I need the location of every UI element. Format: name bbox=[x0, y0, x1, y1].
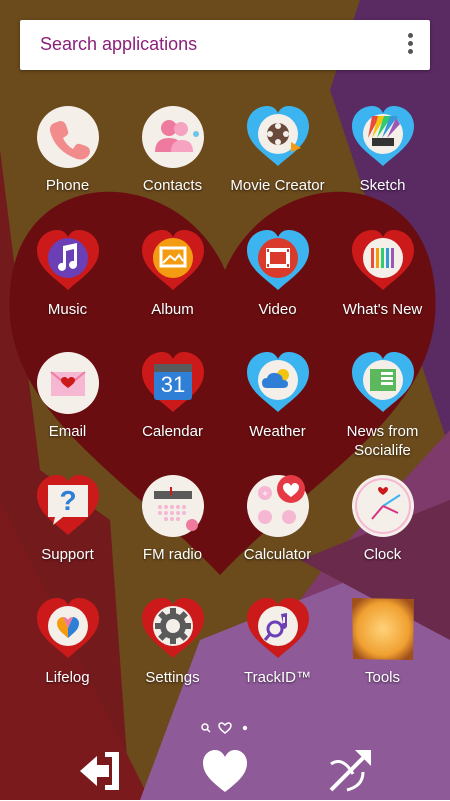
weather-icon bbox=[247, 352, 309, 412]
news-icon bbox=[352, 352, 414, 412]
app-label: Clock bbox=[363, 546, 402, 563]
app-label: Tools bbox=[364, 669, 401, 686]
app-phone[interactable]: Phone bbox=[15, 104, 120, 214]
app-contacts[interactable]: Contacts bbox=[120, 104, 225, 214]
music-icon bbox=[37, 230, 99, 290]
app-video[interactable]: Video bbox=[225, 228, 330, 338]
app-tools[interactable]: Tools bbox=[330, 596, 435, 706]
app-label: Sketch bbox=[359, 177, 406, 194]
app-label: Calculator bbox=[243, 546, 312, 563]
app-trackid[interactable]: TrackID™ bbox=[225, 596, 330, 706]
video-icon bbox=[247, 230, 309, 290]
app-label: FM radio bbox=[142, 546, 203, 563]
app-label: Video bbox=[258, 301, 297, 318]
contacts-icon bbox=[142, 106, 204, 168]
heart-icon bbox=[218, 722, 232, 734]
bottom-nav bbox=[0, 740, 450, 800]
app-label: Calendar bbox=[142, 423, 203, 440]
app-label: Contacts bbox=[142, 177, 203, 194]
sketch-icon bbox=[352, 106, 414, 166]
tools-icon bbox=[352, 598, 414, 660]
dot-icon bbox=[242, 725, 248, 731]
search-icon bbox=[201, 723, 211, 733]
app-calculator[interactable]: + Calculator bbox=[225, 473, 330, 583]
search-input[interactable]: Search applications bbox=[40, 34, 197, 55]
app-label: Album bbox=[151, 301, 194, 318]
movie-creator-icon bbox=[247, 106, 309, 166]
album-icon bbox=[142, 230, 204, 290]
page-indicator bbox=[201, 722, 248, 734]
app-label: Settings bbox=[145, 669, 200, 686]
app-album[interactable]: Album bbox=[120, 228, 225, 338]
recents-button[interactable] bbox=[325, 746, 375, 796]
app-label: Support bbox=[41, 546, 94, 563]
overflow-menu-icon[interactable] bbox=[402, 33, 418, 57]
app-label: Music bbox=[47, 301, 88, 318]
app-lifelog[interactable]: Lifelog bbox=[15, 596, 120, 706]
app-weather[interactable]: Weather bbox=[225, 350, 330, 460]
email-icon bbox=[37, 352, 99, 414]
lifelog-icon bbox=[37, 598, 99, 658]
app-label: What's New bbox=[342, 301, 423, 318]
back-button[interactable] bbox=[75, 746, 125, 796]
app-calendar[interactable]: 31 Calendar bbox=[120, 350, 225, 460]
app-settings[interactable]: Settings bbox=[120, 596, 225, 706]
app-fm-radio[interactable]: FM radio bbox=[120, 473, 225, 583]
arrow-icon bbox=[329, 750, 371, 792]
app-label: Weather bbox=[249, 423, 306, 440]
app-news-from-socialife[interactable]: News from Socialife bbox=[330, 350, 435, 460]
search-bar[interactable]: Search applications bbox=[20, 20, 430, 70]
app-label: TrackID™ bbox=[244, 669, 311, 686]
app-email[interactable]: Email bbox=[15, 350, 120, 460]
support-question-mark: ? bbox=[59, 485, 77, 516]
calculator-icon: + bbox=[247, 475, 309, 537]
app-clock[interactable]: Clock bbox=[330, 473, 435, 583]
heart-icon bbox=[203, 750, 247, 792]
app-support[interactable]: ? Support bbox=[15, 473, 120, 583]
app-label: Phone bbox=[45, 177, 90, 194]
trackid-icon bbox=[247, 598, 309, 658]
home-button[interactable] bbox=[200, 746, 250, 796]
fm-radio-icon bbox=[142, 475, 204, 537]
app-whats-new[interactable]: What's New bbox=[330, 228, 435, 338]
svg-text:+: + bbox=[262, 489, 268, 500]
phone-icon bbox=[37, 106, 99, 168]
settings-icon bbox=[142, 598, 204, 658]
app-label: Email bbox=[48, 423, 87, 440]
calendar-date: 31 bbox=[160, 372, 186, 397]
app-sketch[interactable]: Sketch bbox=[330, 104, 435, 214]
clock-icon bbox=[352, 475, 414, 537]
whats-new-icon bbox=[352, 230, 414, 290]
app-label: Lifelog bbox=[45, 669, 90, 686]
app-movie-creator[interactable]: Movie Creator bbox=[225, 104, 330, 214]
app-label: Movie Creator bbox=[230, 177, 325, 194]
app-music[interactable]: Music bbox=[15, 228, 120, 338]
exit-icon bbox=[80, 752, 119, 790]
app-label: News from Socialife bbox=[346, 423, 419, 459]
